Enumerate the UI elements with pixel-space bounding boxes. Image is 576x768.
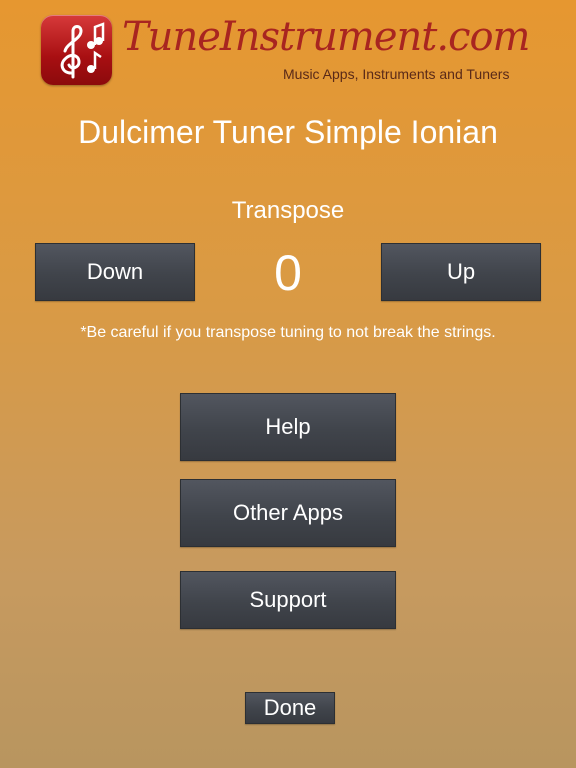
done-button-label: Done xyxy=(263,695,317,720)
other-apps-button[interactable]: Other Apps xyxy=(180,479,396,547)
page-title: Dulcimer Tuner Simple Ionian xyxy=(78,114,498,150)
support-button[interactable]: Support xyxy=(180,571,396,629)
transpose-up-label: Up xyxy=(446,259,476,284)
help-button-label: Help xyxy=(265,414,311,439)
brand-tagline: Music Apps, Instruments and Tuners xyxy=(283,66,510,82)
support-button-label: Support xyxy=(249,587,327,612)
brand-name: TuneInstrument.com xyxy=(122,14,530,60)
transpose-value: 0 xyxy=(274,245,302,301)
transpose-up-button[interactable]: Up xyxy=(381,243,541,301)
other-apps-button-label: Other Apps xyxy=(232,500,344,525)
app-logo-icon xyxy=(41,15,112,85)
music-notes-icon xyxy=(60,22,105,79)
transpose-down-label: Down xyxy=(86,259,144,284)
transpose-down-button[interactable]: Down xyxy=(35,243,195,301)
help-button[interactable]: Help xyxy=(180,393,396,461)
transpose-warning: *Be careful if you transpose tuning to n… xyxy=(80,324,496,341)
done-button[interactable]: Done xyxy=(245,692,335,724)
transpose-label: Transpose xyxy=(231,197,345,224)
